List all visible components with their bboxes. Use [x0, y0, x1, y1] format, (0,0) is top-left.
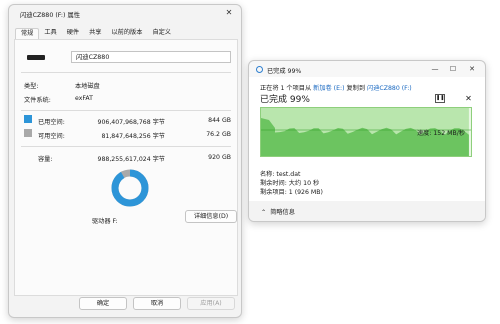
tab-customize[interactable]: 自定义 — [147, 28, 176, 39]
maximize-icon[interactable]: ☐ — [447, 64, 459, 74]
dialog-buttons: 确定 取消 应用(A) — [9, 297, 241, 311]
filesystem-label: 文件系统: — [24, 97, 51, 104]
drive-properties-window: 闪迪CZ880 (F:) 属性 ✕ 常规 工具 硬件 共享 以前的版本 自定义 … — [8, 4, 242, 318]
tab-strip: 常规 工具 硬件 共享 以前的版本 自定义 — [15, 28, 176, 39]
usb-drive-icon — [27, 55, 45, 60]
title-bar[interactable]: 已完成 99% — ☐ ✕ — [249, 61, 485, 77]
tab-general[interactable]: 常规 — [15, 28, 40, 39]
type-value: 本地磁盘 — [75, 83, 100, 90]
divider — [21, 146, 231, 147]
tab-sharing[interactable]: 共享 — [84, 28, 106, 39]
progress-heading: 已完成 99% — [260, 95, 310, 105]
disk-usage-donut — [111, 169, 149, 207]
window-title: 已完成 99% — [267, 68, 302, 75]
destination-link[interactable]: 闪迪CZ880 (F:) — [367, 85, 412, 92]
donut-used-ring — [111, 169, 149, 207]
copy-prefix: 正在将 1 个项目从 — [260, 85, 314, 92]
drive-letter-label: 驱动器 F: — [92, 218, 118, 225]
divider — [21, 110, 231, 111]
tab-tools[interactable]: 工具 — [39, 28, 61, 39]
pause-icon[interactable]: ❚❚ — [435, 94, 445, 103]
used-space-bytes: 906,407,968,768 字节 — [97, 119, 165, 126]
ok-button[interactable]: 确定 — [79, 297, 127, 310]
type-label: 类型: — [24, 83, 39, 90]
tab-previous-versions[interactable]: 以前的版本 — [107, 28, 148, 39]
close-icon[interactable]: ✕ — [224, 8, 234, 18]
fewer-details-toggle[interactable]: ⌃ 简略信息 — [261, 207, 295, 216]
copy-progress-window: 已完成 99% — ☐ ✕ 正在将 1 个项目从 新加卷 (E:) 复制到 闪迪… — [248, 60, 486, 222]
fewer-details-label: 简略信息 — [270, 209, 295, 216]
free-space-gb: 76.2 GB — [206, 131, 231, 138]
capacity-gb: 920 GB — [208, 154, 231, 161]
minimize-icon[interactable]: — — [429, 64, 441, 74]
capacity-bytes: 988,255,617,024 字节 — [97, 156, 165, 163]
used-space-swatch — [24, 115, 32, 123]
time-remaining: 剩余时间: 大约 10 秒 — [260, 180, 320, 187]
details-button[interactable]: 详细信息(D) — [185, 210, 237, 223]
used-space-gb: 844 GB — [208, 117, 231, 124]
title-bar[interactable]: 闪迪CZ880 (F:) 属性 ✕ — [9, 5, 241, 21]
source-link[interactable]: 新加卷 (E:) — [313, 85, 344, 92]
divider — [21, 72, 231, 73]
general-panel: 闪迪CZ880 类型: 本地磁盘 文件系统: exFAT 已用空间: 906,4… — [14, 39, 238, 296]
free-space-bytes: 81,847,648,256 字节 — [101, 133, 165, 140]
copy-mid: 复制到 — [344, 85, 368, 92]
copy-description: 正在将 1 个项目从 新加卷 (E:) 复制到 闪迪CZ880 (F:) — [260, 83, 412, 92]
free-space-swatch — [24, 129, 32, 137]
tab-hardware[interactable]: 硬件 — [62, 28, 84, 39]
drive-label-input[interactable]: 闪迪CZ880 — [71, 51, 231, 63]
free-space-label: 可用空间: — [38, 133, 65, 140]
copy-body: 正在将 1 个项目从 新加卷 (E:) 复制到 闪迪CZ880 (F:) 已完成… — [249, 77, 485, 201]
filesystem-value: exFAT — [75, 95, 93, 102]
used-space-label: 已用空间: — [38, 119, 65, 126]
capacity-label: 容量: — [38, 156, 53, 163]
copy-app-icon — [256, 66, 263, 73]
window-title: 闪迪CZ880 (F:) 属性 — [20, 12, 81, 19]
speed-readout: 速度: 152 MB/秒 — [416, 130, 465, 137]
cancel-icon[interactable]: ✕ — [464, 94, 473, 103]
close-icon[interactable]: ✕ — [466, 64, 478, 74]
apply-button[interactable]: 应用(A) — [187, 297, 235, 310]
file-name: 名称: test.dat — [260, 171, 301, 178]
chevron-up-icon: ⌃ — [261, 209, 267, 216]
transfer-speed-graph: 速度: 152 MB/秒 — [260, 107, 472, 157]
items-remaining: 剩余项目: 1 (926 MB) — [260, 189, 323, 196]
copy-footer: ⌃ 简略信息 — [249, 201, 485, 221]
cancel-button[interactable]: 取消 — [133, 297, 181, 310]
